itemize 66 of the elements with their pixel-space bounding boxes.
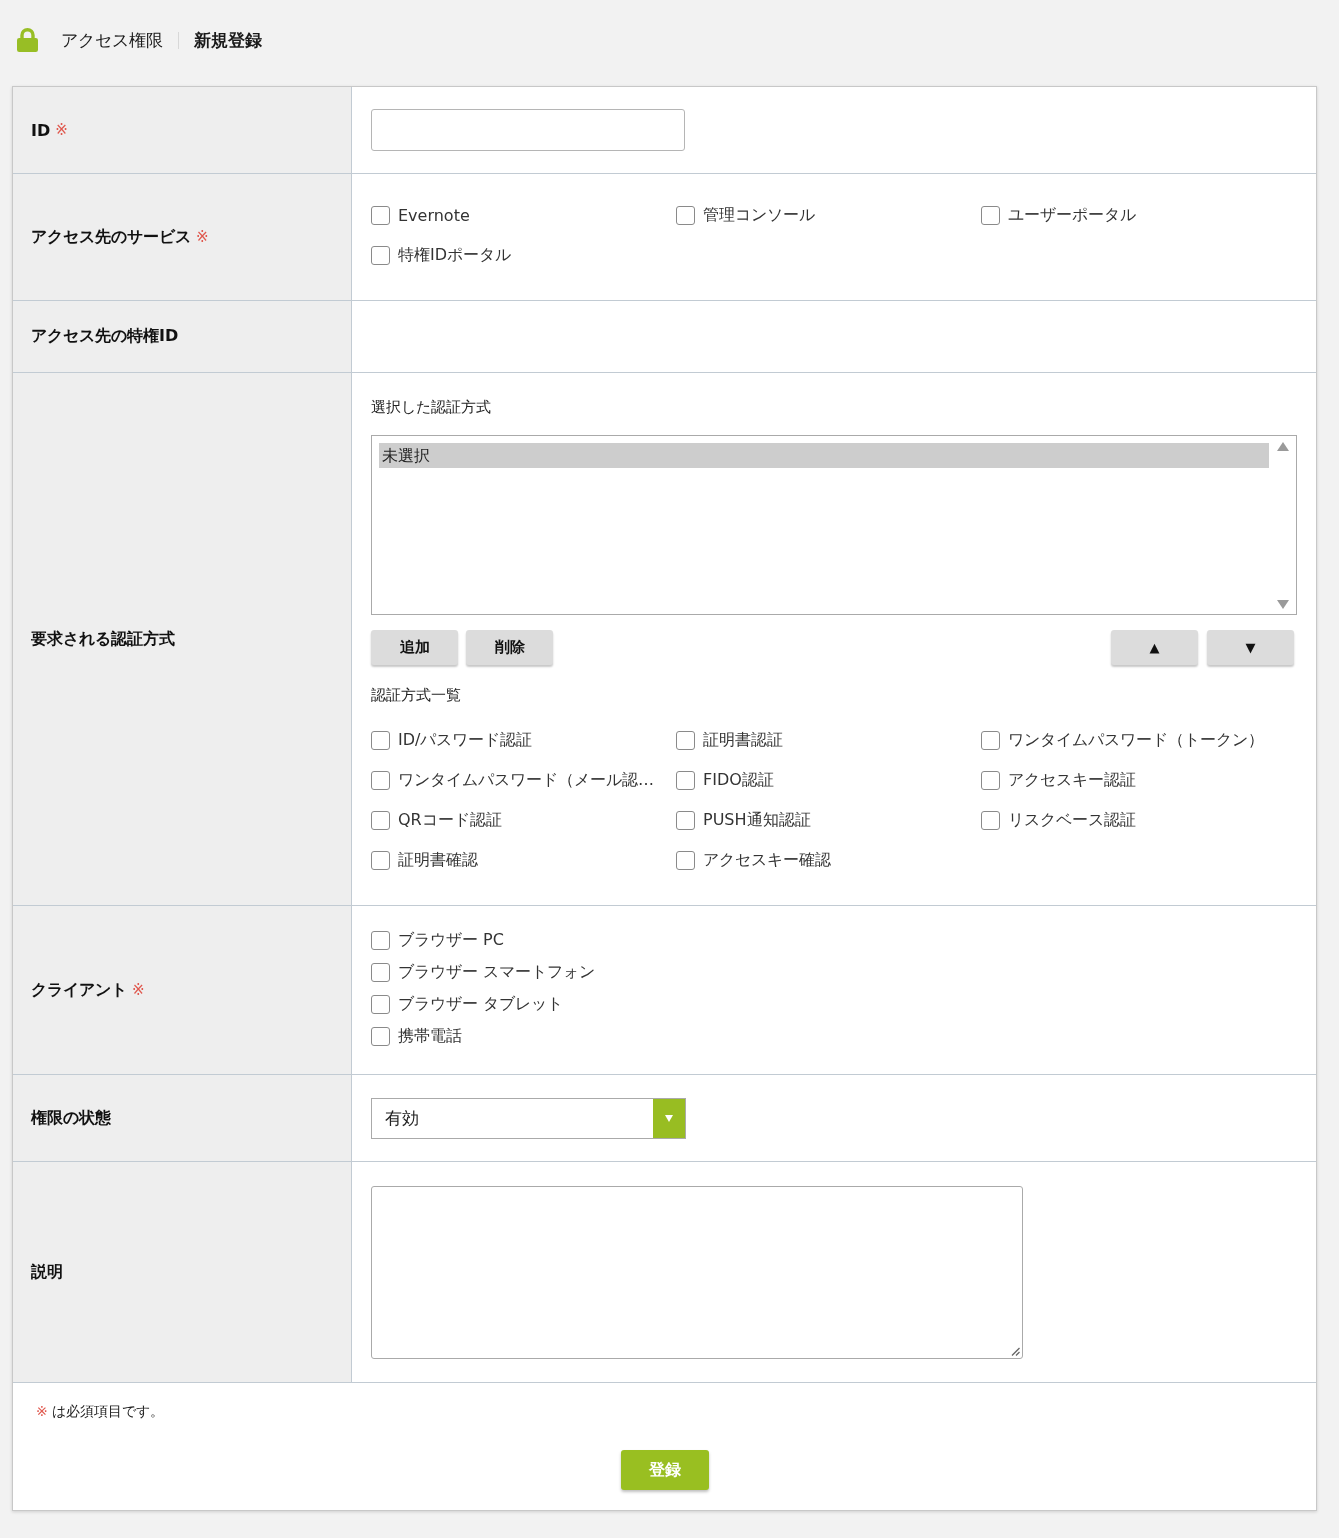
field-label: アクセス先の特権ID [31,326,179,347]
breadcrumb-item: アクセス権限 [61,28,163,52]
checkbox-label: 証明書確認 [398,849,478,871]
checkbox[interactable] [981,810,1000,830]
checkbox-label: アクセスキー確認 [703,849,831,871]
checkbox-label: ワンタイムパスワード（トークン） [1008,729,1264,751]
required-mark: ※ [55,121,68,139]
checkbox[interactable] [981,730,1000,750]
section-heading: 選択した認証方式 [371,397,492,417]
checkbox-label: ID/パスワード認証 [398,729,533,751]
required-mark: ※ [132,981,145,999]
id-input-field[interactable] [371,109,685,151]
checkbox-label: ワンタイムパスワード（メール認… [398,769,654,791]
section-heading: 認証方式一覧 [371,685,462,705]
checkbox[interactable] [371,245,390,265]
lock-icon [17,28,38,52]
checkbox[interactable] [676,205,695,225]
field-label: ID [31,120,51,140]
checkbox-label: 特権IDポータル [398,244,512,266]
checkbox[interactable] [371,930,390,950]
checkbox[interactable] [981,770,1000,790]
checkbox[interactable] [676,810,695,830]
checkbox-label: QRコード認証 [398,809,502,831]
checkbox-label: ブラウザー PC [398,929,504,951]
resize-grip-icon[interactable] [1011,1347,1020,1356]
listbox-field[interactable]: 未選択 [371,435,1297,615]
checkbox-label: Evernote [398,205,470,225]
checkbox-label: 携帯電話 [398,1025,462,1047]
field-label: クライアント [31,979,127,1001]
checkbox[interactable] [371,730,390,750]
description-field[interactable] [371,1186,1023,1359]
checkbox[interactable] [371,205,390,225]
required-mark: ※ [196,228,209,246]
scroll-up-icon[interactable] [1276,442,1289,451]
field-label: 説明 [31,1261,63,1283]
checkbox[interactable] [371,810,390,830]
checkbox-label: ブラウザー スマートフォン [398,961,596,983]
list-item[interactable]: 未選択 [379,443,1269,468]
list-edit-button[interactable]: 削除 [466,630,553,665]
status-select[interactable]: 有効 [371,1098,686,1139]
scroll-down-icon[interactable] [1276,600,1289,609]
checkbox-label: FIDO認証 [703,769,774,791]
list-edit-button[interactable]: 追加 [371,630,458,665]
order-button[interactable]: ▲ [1111,630,1198,665]
checkbox[interactable] [371,994,390,1014]
checkbox[interactable] [676,730,695,750]
checkbox-label: 証明書認証 [703,729,783,751]
checkbox-label: ブラウザー タブレット [398,993,564,1015]
checkbox-label: PUSH通知認証 [703,809,811,831]
field-label: 権限の状態 [31,1107,111,1129]
checkbox[interactable] [371,1026,390,1046]
checkbox-label: 管理コンソール [703,204,815,226]
checkbox-label: アクセスキー認証 [1008,769,1136,791]
checkbox[interactable] [981,205,1000,225]
checkbox[interactable] [371,850,390,870]
field-label: 要求される認証方式 [31,628,175,650]
required-note: ※ は必須項目です。 [35,1402,165,1421]
checkbox-label: ユーザーポータル [1008,204,1136,226]
checkbox[interactable] [676,770,695,790]
checkbox[interactable] [371,962,390,982]
field-label: アクセス先のサービス [31,226,191,248]
breadcrumb-item: 新規登録 [194,28,262,52]
checkbox-label: リスクベース認証 [1008,809,1136,831]
order-button[interactable]: ▼ [1207,630,1294,665]
checkbox[interactable] [676,850,695,870]
checkbox[interactable] [371,770,390,790]
